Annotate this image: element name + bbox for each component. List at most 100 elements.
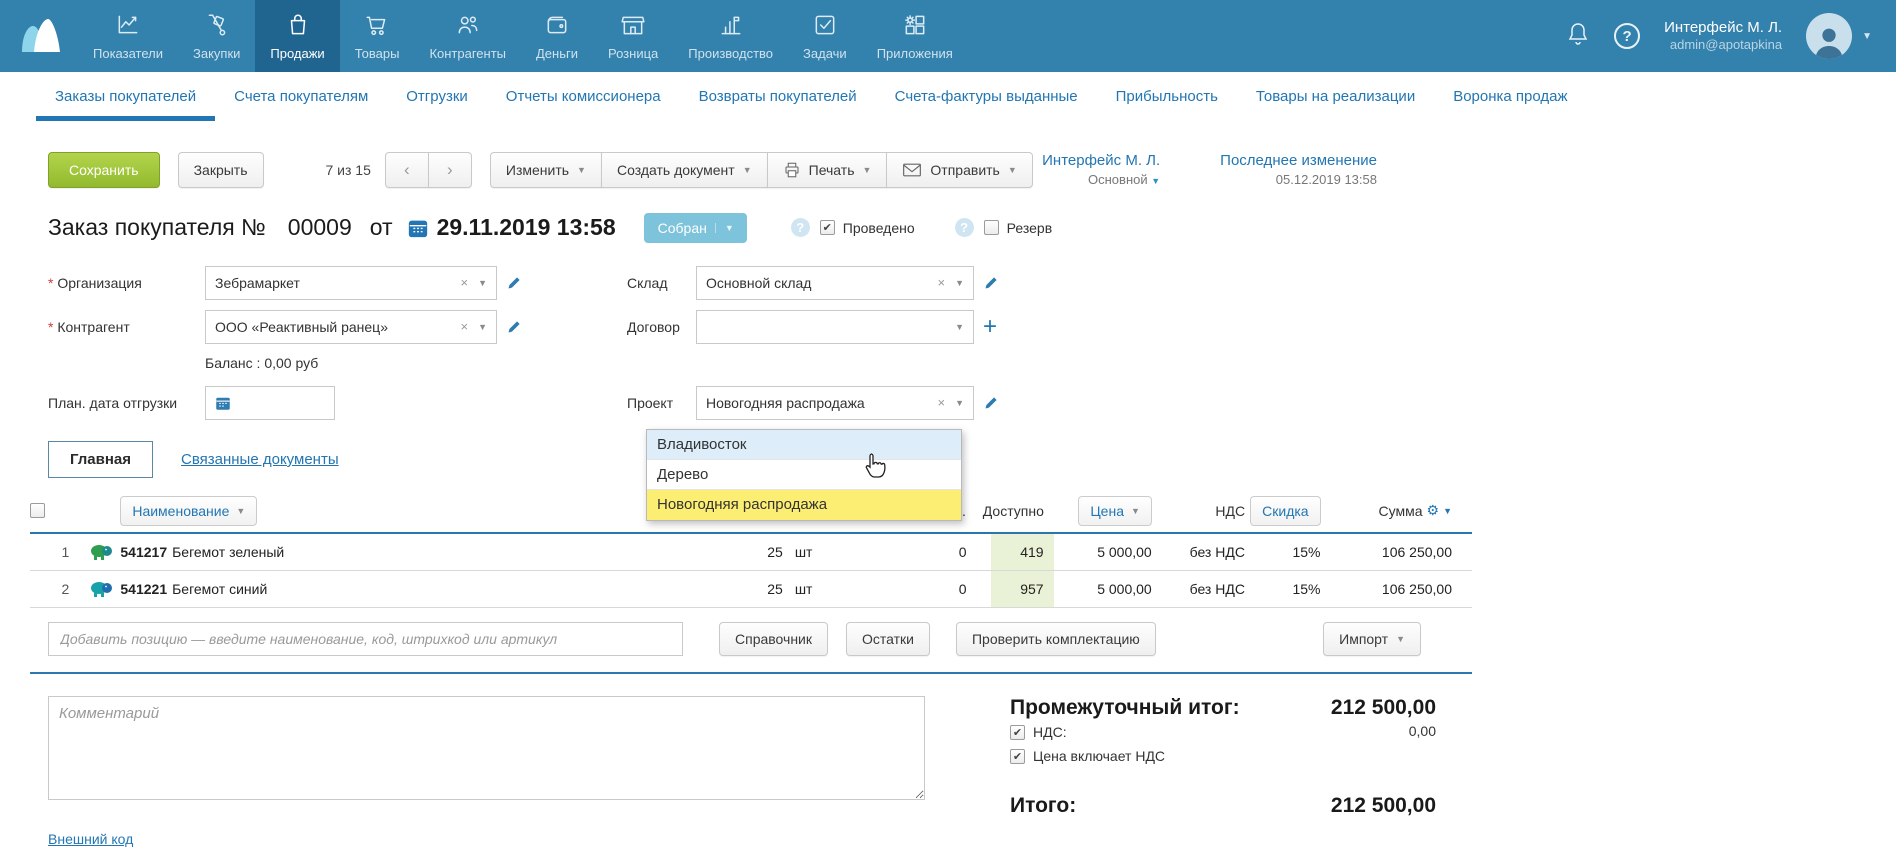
create-document-menu-button[interactable]: Создать документ▼ <box>601 152 768 188</box>
organization-select[interactable]: Зебрамаркет × ▼ <box>205 266 497 300</box>
status-badge[interactable]: Собран ▼ <box>644 213 747 243</box>
next-record-button[interactable]: › <box>428 152 472 188</box>
clear-icon[interactable]: × <box>933 395 949 410</box>
edit-menu-button[interactable]: Изменить▼ <box>490 152 602 188</box>
department-selector[interactable]: Основной ▼ <box>1042 171 1160 189</box>
catalog-button[interactable]: Справочник <box>719 622 828 656</box>
vat-checkbox[interactable] <box>1010 725 1025 740</box>
discount-column-button[interactable]: Скидка <box>1250 496 1320 526</box>
save-button[interactable]: Сохранить <box>48 152 160 188</box>
user-menu-caret-icon[interactable]: ▼ <box>1862 31 1872 42</box>
name-column-button[interactable]: Наименование▼ <box>120 496 257 526</box>
project-select[interactable]: Новогодняя распродажа × ▼ <box>696 386 974 420</box>
chevron-down-icon[interactable]: ▼ <box>955 278 964 288</box>
vat-label: НДС: <box>1033 724 1067 740</box>
topbar: Показатели Закупки Продажи Товары Контра… <box>0 0 1896 72</box>
table-row[interactable]: 2 541221Бегемот синий 25 шт 0 957 5 000,… <box>30 571 1472 608</box>
close-button[interactable]: Закрыть <box>178 152 264 188</box>
warehouse-select[interactable]: Основной склад × ▼ <box>696 266 974 300</box>
nav-item-counterparties[interactable]: Контрагенты <box>414 0 521 72</box>
nav-item-sales[interactable]: Продажи <box>255 0 339 72</box>
edit-pencil-icon[interactable] <box>983 394 1000 411</box>
nav-item-goods[interactable]: Товары <box>340 0 415 72</box>
posted-help-icon[interactable]: ? <box>791 218 810 237</box>
add-contract-icon[interactable]: + <box>983 315 997 339</box>
chevron-down-icon[interactable]: ▼ <box>955 398 964 408</box>
subnav-item-consignment-goods[interactable]: Товары на реализации <box>1237 72 1434 121</box>
subnav-item-customer-returns[interactable]: Возвраты покупателей <box>680 72 876 121</box>
nav-item-apps[interactable]: Приложения <box>862 0 968 72</box>
last-change-link[interactable]: Последнее изменение <box>1220 151 1377 171</box>
avatar[interactable] <box>1806 13 1852 59</box>
add-position-input[interactable] <box>48 622 683 656</box>
contract-select[interactable]: ▼ <box>696 310 974 344</box>
comment-textarea[interactable] <box>48 696 925 800</box>
chevron-down-icon[interactable]: ▼ <box>478 278 487 288</box>
import-button[interactable]: Импорт▼ <box>1323 622 1421 656</box>
column-settings-gear-icon[interactable]: ⚙ <box>1427 502 1440 519</box>
tab-main[interactable]: Главная <box>48 441 153 478</box>
project-option[interactable]: Дерево <box>647 460 961 490</box>
subnav-item-shipments[interactable]: Отгрузки <box>387 72 487 121</box>
product-code: 541221 <box>120 581 167 597</box>
project-option[interactable]: Владивосток <box>647 430 961 460</box>
project-option[interactable]: Новогодняя распродажа <box>647 490 961 520</box>
nav-item-metrics[interactable]: Показатели <box>78 0 178 72</box>
vat-column-header: НДС <box>1152 503 1245 519</box>
nav-item-tasks[interactable]: Задачи <box>788 0 862 72</box>
help-icon[interactable]: ? <box>1614 23 1640 49</box>
nav-item-label: Контрагенты <box>429 46 506 61</box>
table-row[interactable]: 1 541217Бегемот зеленый 25 шт 0 419 5 00… <box>30 534 1472 571</box>
edit-pencil-icon[interactable] <box>983 274 1000 291</box>
subnav-item-customer-invoices[interactable]: Счета покупателям <box>215 72 387 121</box>
moysklad-logo[interactable] <box>0 0 78 72</box>
clear-icon[interactable]: × <box>456 319 472 334</box>
edit-pencil-icon[interactable] <box>506 274 523 291</box>
subtotal-label: Промежуточный итог: <box>1010 696 1240 720</box>
price-column-button[interactable]: Цена▼ <box>1078 496 1152 526</box>
unit-cell: шт <box>783 581 832 597</box>
vat-row: НДС: <box>1010 724 1067 740</box>
ship-date-input[interactable] <box>205 386 335 420</box>
edit-pencil-icon[interactable] <box>506 318 523 335</box>
chevron-down-icon: ▼ <box>1008 165 1017 175</box>
subnav-item-commission-reports[interactable]: Отчеты комиссионера <box>487 72 680 121</box>
document-number-field[interactable]: 00009 <box>288 214 352 241</box>
footer: Внешний код Промежуточный итог: 212 500,… <box>48 696 1896 859</box>
document-datetime[interactable]: 29.11.2019 13:58 <box>437 214 616 241</box>
clear-icon[interactable]: × <box>933 275 949 290</box>
clear-icon[interactable]: × <box>456 275 472 290</box>
send-menu-button[interactable]: Отправить▼ <box>886 152 1032 188</box>
posted-checkbox[interactable] <box>820 220 835 235</box>
nav-item-purchases[interactable]: Закупки <box>178 0 255 72</box>
nav-item-money[interactable]: Деньги <box>521 0 593 72</box>
user-menu[interactable]: Интерфейс М. Л. admin@apotapkina <box>1664 18 1782 54</box>
sum-cell: 106 250,00 <box>1321 544 1473 560</box>
calendar-icon[interactable] <box>407 217 429 239</box>
check-completeness-button[interactable]: Проверить комплектацию <box>956 622 1156 656</box>
record-pager: 7 из 15 <box>326 162 371 178</box>
select-all-checkbox[interactable] <box>30 503 45 518</box>
external-code-link[interactable]: Внешний код <box>48 831 133 847</box>
subnav-item-sales-funnel[interactable]: Воронка продаж <box>1434 72 1586 121</box>
user-email: admin@apotapkina <box>1664 37 1782 54</box>
subnav-item-customer-orders[interactable]: Заказы покупателей <box>36 72 215 121</box>
vat-included-checkbox[interactable] <box>1010 749 1025 764</box>
counterparty-select[interactable]: ООО «Реактивный ранец» × ▼ <box>205 310 497 344</box>
print-menu-button[interactable]: Печать▼ <box>767 152 888 188</box>
tab-linked-documents[interactable]: Связанные документы <box>181 451 339 468</box>
chevron-down-icon[interactable]: ▼ <box>955 322 964 332</box>
chevron-down-icon[interactable]: ▼ <box>478 322 487 332</box>
reserve-checkbox[interactable] <box>984 220 999 235</box>
reserve-help-icon[interactable]: ? <box>955 218 974 237</box>
stock-button[interactable]: Остатки <box>846 622 930 656</box>
nav-item-retail[interactable]: Розница <box>593 0 673 72</box>
chevron-down-icon[interactable]: ▼ <box>1443 506 1452 516</box>
prev-record-button[interactable]: ‹ <box>385 152 429 188</box>
topbar-right: ? Интерфейс М. Л. admin@apotapkina ▼ <box>1566 0 1896 72</box>
owner-link[interactable]: Интерфейс М. Л. <box>1042 151 1160 171</box>
subnav-item-profitability[interactable]: Прибыльность <box>1097 72 1237 121</box>
notifications-bell-icon[interactable] <box>1566 21 1590 52</box>
nav-item-production[interactable]: Производство <box>673 0 788 72</box>
subnav-item-issued-invoices[interactable]: Счета-фактуры выданные <box>876 72 1097 121</box>
